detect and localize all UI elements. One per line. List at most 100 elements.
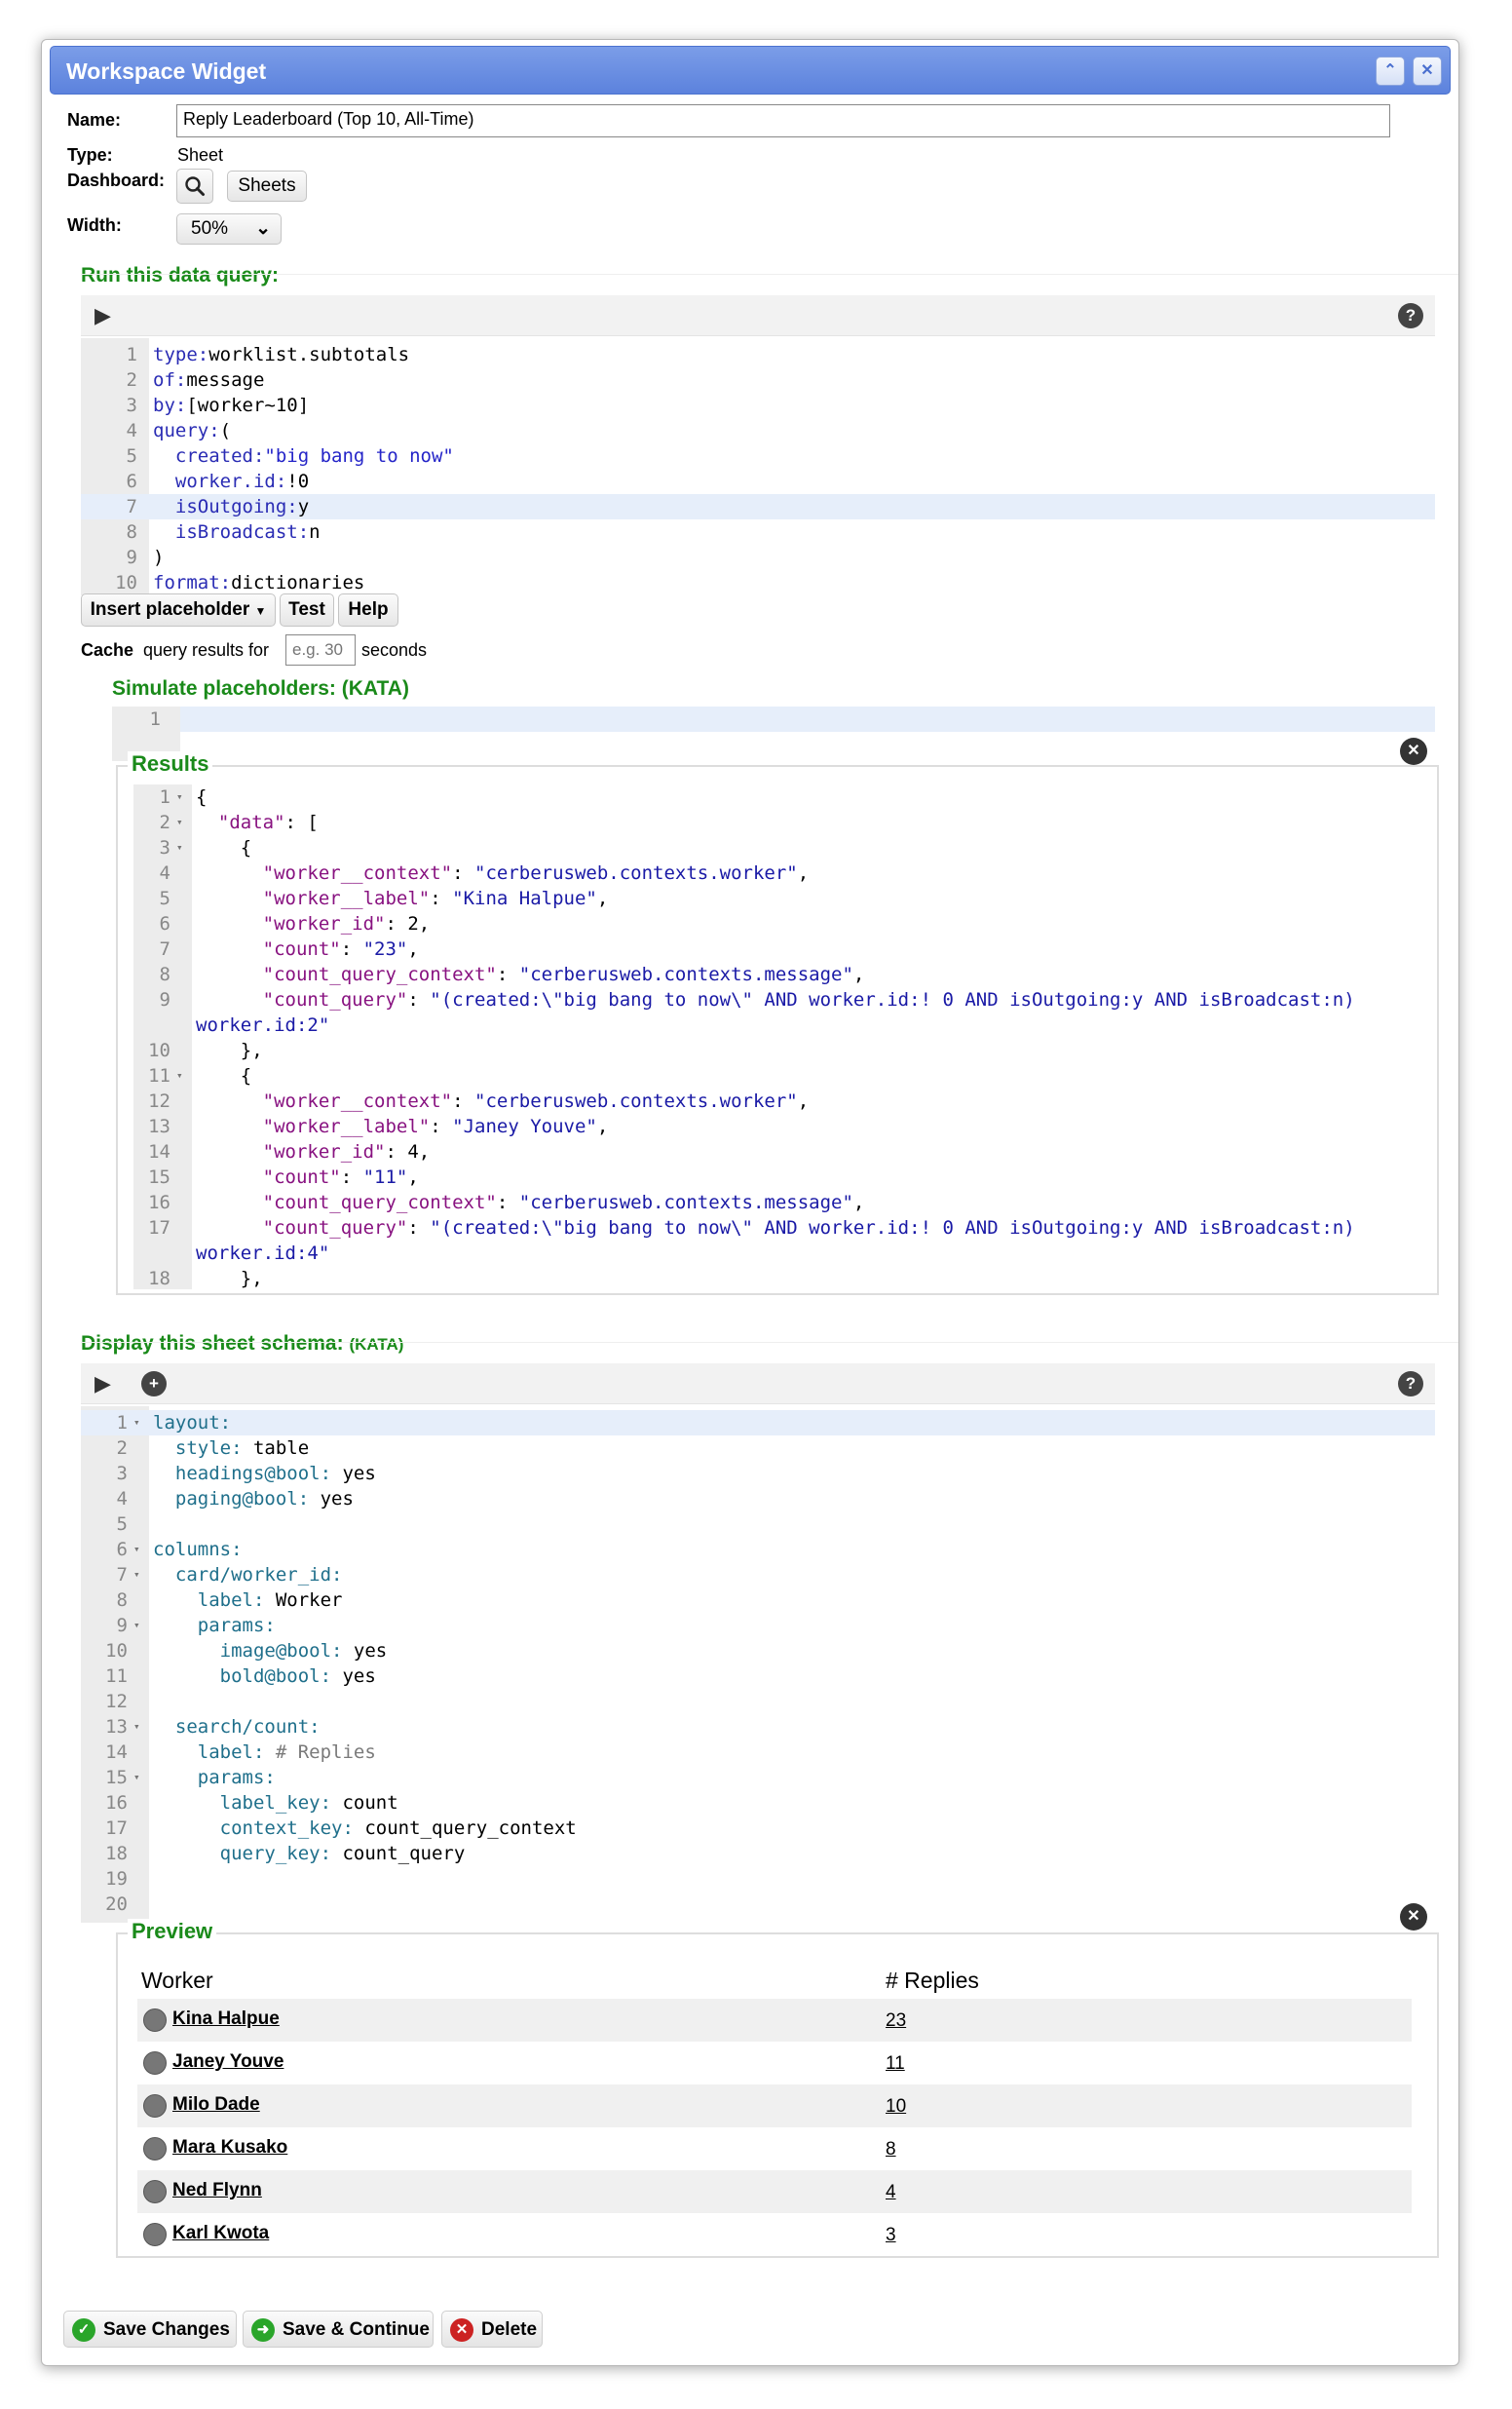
code-token: { (196, 1065, 252, 1087)
code-text: style: table (153, 1435, 309, 1461)
chevron-up-icon[interactable]: ⌃ (1376, 57, 1405, 86)
worker-link[interactable]: Karl Kwota (172, 2223, 269, 2244)
play-icon[interactable]: ▶ (94, 1371, 111, 1396)
code-token: bold@bool: (219, 1665, 332, 1687)
schema-editor[interactable]: ▾ 1 layout: 2 style: table 3 headings@bool: … (81, 1406, 1435, 1923)
play-icon[interactable]: ▶ (94, 303, 111, 328)
code-token: search/count: (174, 1716, 321, 1738)
delete-button[interactable]: ✕ Delete (441, 2311, 543, 2348)
workspace-widget-dialog: Workspace Widget ⌃ ✕ Name: Reply Leaderb… (41, 39, 1459, 2366)
line-number: 10 (115, 572, 137, 593)
code-token: "worker_id" (262, 1141, 386, 1163)
code-token: headings@bool: (174, 1463, 332, 1484)
divider (81, 1342, 1458, 1343)
worker-link[interactable]: Mara Kusako (172, 2137, 287, 2159)
code-line: 4 paging@bool: yes (81, 1486, 1435, 1511)
query-section-title: Run this data query: (81, 264, 280, 287)
replies-count-link[interactable]: 23 (886, 2010, 906, 2032)
code-token: "count" (262, 1166, 341, 1188)
line-number: 6 (116, 1539, 128, 1560)
worker-link[interactable]: Ned Flynn (172, 2180, 262, 2201)
name-input[interactable]: Reply Leaderboard (Top 10, All-Time) (176, 104, 1390, 137)
divider (81, 274, 1458, 275)
code-token: , (797, 1090, 810, 1112)
code-line: worker.id:2" (133, 1013, 1423, 1038)
line-number: 4 (116, 1488, 128, 1510)
insert-placeholder-button[interactable]: Insert placeholder ▼ (81, 593, 276, 627)
code-token: "23" (362, 938, 408, 960)
table-row: Kina Halpue 23 (137, 1999, 1412, 2042)
code-line: 10 }, (133, 1038, 1423, 1063)
line-number: 13 (105, 1716, 128, 1738)
replies-count-link[interactable]: 4 (886, 2182, 896, 2203)
width-select[interactable]: 50% ⌄ (176, 213, 282, 245)
code-line: 4 "worker__context": "cerberusweb.contex… (133, 860, 1423, 886)
code-token: "worker__label" (262, 888, 431, 909)
code-line: ▾ 6 columns: (81, 1537, 1435, 1562)
code-text: "count_query_context": "cerberusweb.cont… (196, 1190, 865, 1215)
title-bar: Workspace Widget ⌃ ✕ (50, 46, 1451, 95)
line-number: 14 (105, 1741, 128, 1763)
line-number: 8 (116, 1589, 128, 1611)
save-changes-button[interactable]: ✓ Save Changes (63, 2311, 237, 2348)
results-panel: Results ▾ 1{▾ 2 "data": [▾ 3 {4 "worker__co… (116, 751, 1439, 1295)
code-text: isOutgoing:y (153, 494, 309, 519)
replies-count-link[interactable]: 11 (886, 2053, 905, 2075)
code-text: headings@bool: yes (153, 1461, 376, 1486)
query-editor[interactable]: 1 type:worklist.subtotals 2 of:message 3 by:[… (81, 338, 1435, 595)
worker-link[interactable]: Janey Youve (172, 2051, 284, 2073)
simulate-title: Simulate placeholders: (112, 677, 336, 700)
code-text: worker.id:2" (196, 1013, 329, 1038)
simulate-section-title: Simulate placeholders: (KATA) (112, 677, 409, 701)
close-results-icon[interactable]: ✕ (1400, 738, 1427, 765)
simulate-editor[interactable]: 1 (112, 707, 1435, 761)
line-number: 10 (148, 1040, 170, 1061)
code-token: context_key: (219, 1817, 354, 1839)
code-text: created:"big bang to now" (153, 443, 454, 469)
code-token: by: (153, 395, 187, 416)
code-token: }, (196, 1268, 263, 1289)
code-text: ) (153, 545, 164, 570)
code-text: context_key: count_query_context (153, 1816, 577, 1841)
line-number: 15 (148, 1166, 170, 1188)
code-token: isOutgoing: (174, 496, 298, 517)
code-line: 19 (81, 1866, 1435, 1892)
worker-link[interactable]: Milo Dade (172, 2094, 260, 2116)
sheets-button[interactable]: Sheets (227, 171, 307, 202)
cache-seconds-input[interactable] (285, 634, 356, 666)
replies-count-link[interactable]: 8 (886, 2139, 896, 2160)
code-line: ▾ 7 card/worker_id: (81, 1562, 1435, 1587)
replies-count-link[interactable]: 10 (886, 2096, 906, 2118)
code-token: table (242, 1437, 310, 1459)
line-number: 1 (159, 786, 170, 808)
line-number: 4 (159, 862, 170, 884)
close-preview-icon[interactable]: ✕ (1400, 1903, 1427, 1931)
dashboard-search-button[interactable] (176, 169, 213, 204)
close-icon[interactable]: ✕ (1413, 57, 1442, 86)
line-number: 6 (159, 913, 170, 935)
plus-icon[interactable]: + (141, 1371, 167, 1396)
code-text: bold@bool: yes (153, 1663, 376, 1689)
save-continue-button[interactable]: ➜ Save & Continue (243, 2311, 434, 2348)
query-toolbar: ▶ ? (81, 295, 1435, 336)
dashboard-label: Dashboard: (67, 171, 166, 190)
results-editor[interactable]: ▾ 1{▾ 2 "data": [▾ 3 {4 "worker__context": … (133, 784, 1423, 1289)
code-token: worklist.subtotals (208, 344, 410, 365)
line-number: 5 (159, 888, 170, 909)
replies-count-link[interactable]: 3 (886, 2225, 896, 2246)
test-button[interactable]: Test (280, 593, 334, 627)
help-icon[interactable]: ? (1398, 303, 1423, 328)
code-token: : 4, (385, 1141, 431, 1163)
line-number: 7 (159, 938, 170, 960)
worker-link[interactable]: Kina Halpue (172, 2008, 280, 2030)
line-number: 12 (105, 1691, 128, 1712)
code-text: worker.id:!0 (153, 469, 309, 494)
help-icon[interactable]: ? (1398, 1371, 1423, 1396)
help-button[interactable]: Help (338, 593, 398, 627)
